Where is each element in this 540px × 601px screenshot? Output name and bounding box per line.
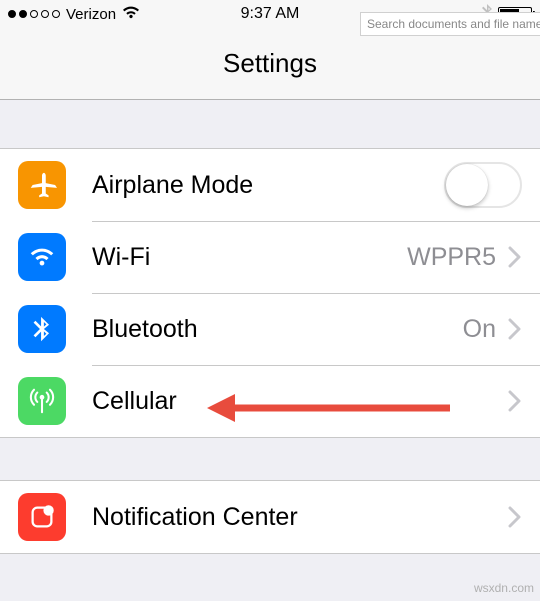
wifi-icon	[18, 233, 66, 281]
settings-group-notifications: Notification Center	[0, 480, 540, 554]
chevron-right-icon	[508, 246, 522, 268]
page-title: Settings	[223, 48, 317, 79]
chevron-right-icon	[508, 506, 522, 528]
airplane-toggle[interactable]	[444, 162, 522, 208]
row-bluetooth[interactable]: Bluetooth On	[0, 293, 540, 365]
wifi-label: Wi-Fi	[92, 243, 407, 272]
notification-label: Notification Center	[92, 503, 508, 532]
row-cellular[interactable]: Cellular	[0, 365, 540, 437]
search-placeholder: Search documents and file names fo	[367, 17, 540, 31]
row-airplane-mode[interactable]: Airplane Mode	[0, 149, 540, 221]
bluetooth-label: Bluetooth	[92, 315, 463, 344]
cellular-icon	[18, 377, 66, 425]
settings-screen: Verizon 9:37 AM Search documents and fil…	[0, 0, 540, 601]
bluetooth-value: On	[463, 315, 496, 344]
row-notification-center[interactable]: Notification Center	[0, 481, 540, 553]
search-input[interactable]: Search documents and file names fo	[360, 12, 540, 36]
wifi-status-icon	[122, 5, 140, 23]
cellular-label: Cellular	[92, 387, 508, 416]
status-left: Verizon	[8, 5, 140, 23]
bluetooth-icon	[18, 305, 66, 353]
signal-strength-icon	[8, 10, 60, 18]
nav-bar: Settings	[0, 28, 540, 100]
carrier-label: Verizon	[66, 6, 116, 23]
row-wifi[interactable]: Wi-Fi WPPR5	[0, 221, 540, 293]
chevron-right-icon	[508, 390, 522, 412]
watermark: wsxdn.com	[474, 581, 534, 595]
chevron-right-icon	[508, 318, 522, 340]
settings-group-connectivity: Airplane Mode Wi-Fi WPPR5 Bluetooth On C…	[0, 148, 540, 438]
airplane-label: Airplane Mode	[92, 171, 444, 200]
wifi-value: WPPR5	[407, 243, 496, 272]
airplane-icon	[18, 161, 66, 209]
notification-center-icon	[18, 493, 66, 541]
